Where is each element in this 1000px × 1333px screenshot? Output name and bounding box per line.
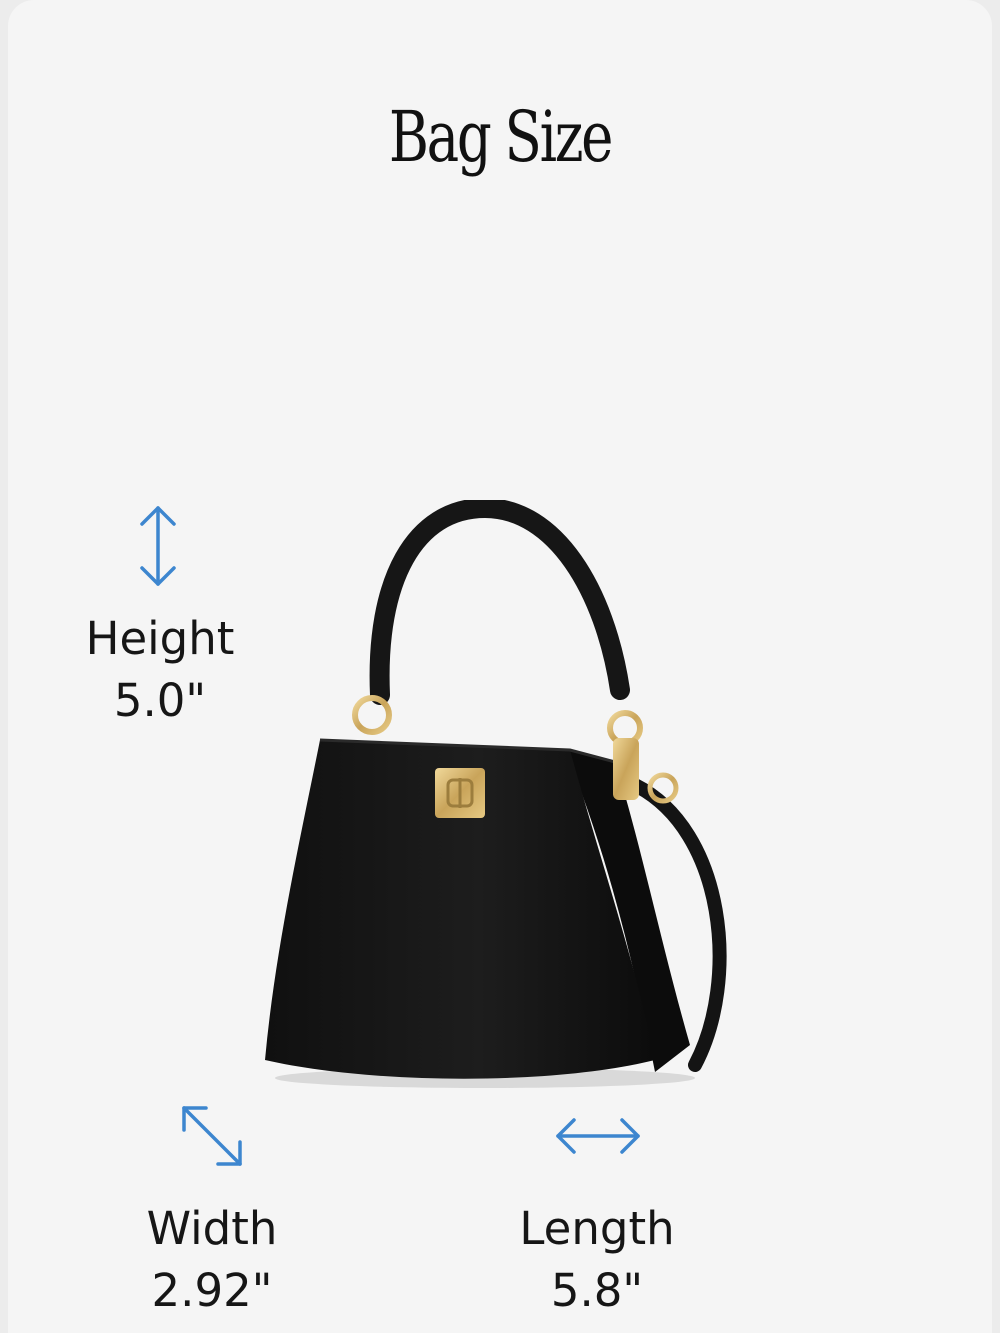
height-dimension: Height 5.0" [60,608,260,732]
width-dimension: Width 2.92" [112,1198,312,1322]
height-label: Height [85,612,235,665]
length-dimension: Length 5.8" [497,1198,697,1322]
horizontal-double-arrow-icon [556,1118,640,1154]
page-title: Bag Size [388,96,614,178]
handbag-image [265,500,727,1088]
vertical-double-arrow-icon [140,506,176,586]
height-value: 5.0" [113,674,207,727]
length-label: Length [519,1202,675,1255]
diagonal-double-arrow-icon [182,1106,242,1166]
length-value: 5.8" [550,1264,644,1317]
width-label: Width [146,1202,278,1255]
width-value: 2.92" [151,1264,273,1317]
